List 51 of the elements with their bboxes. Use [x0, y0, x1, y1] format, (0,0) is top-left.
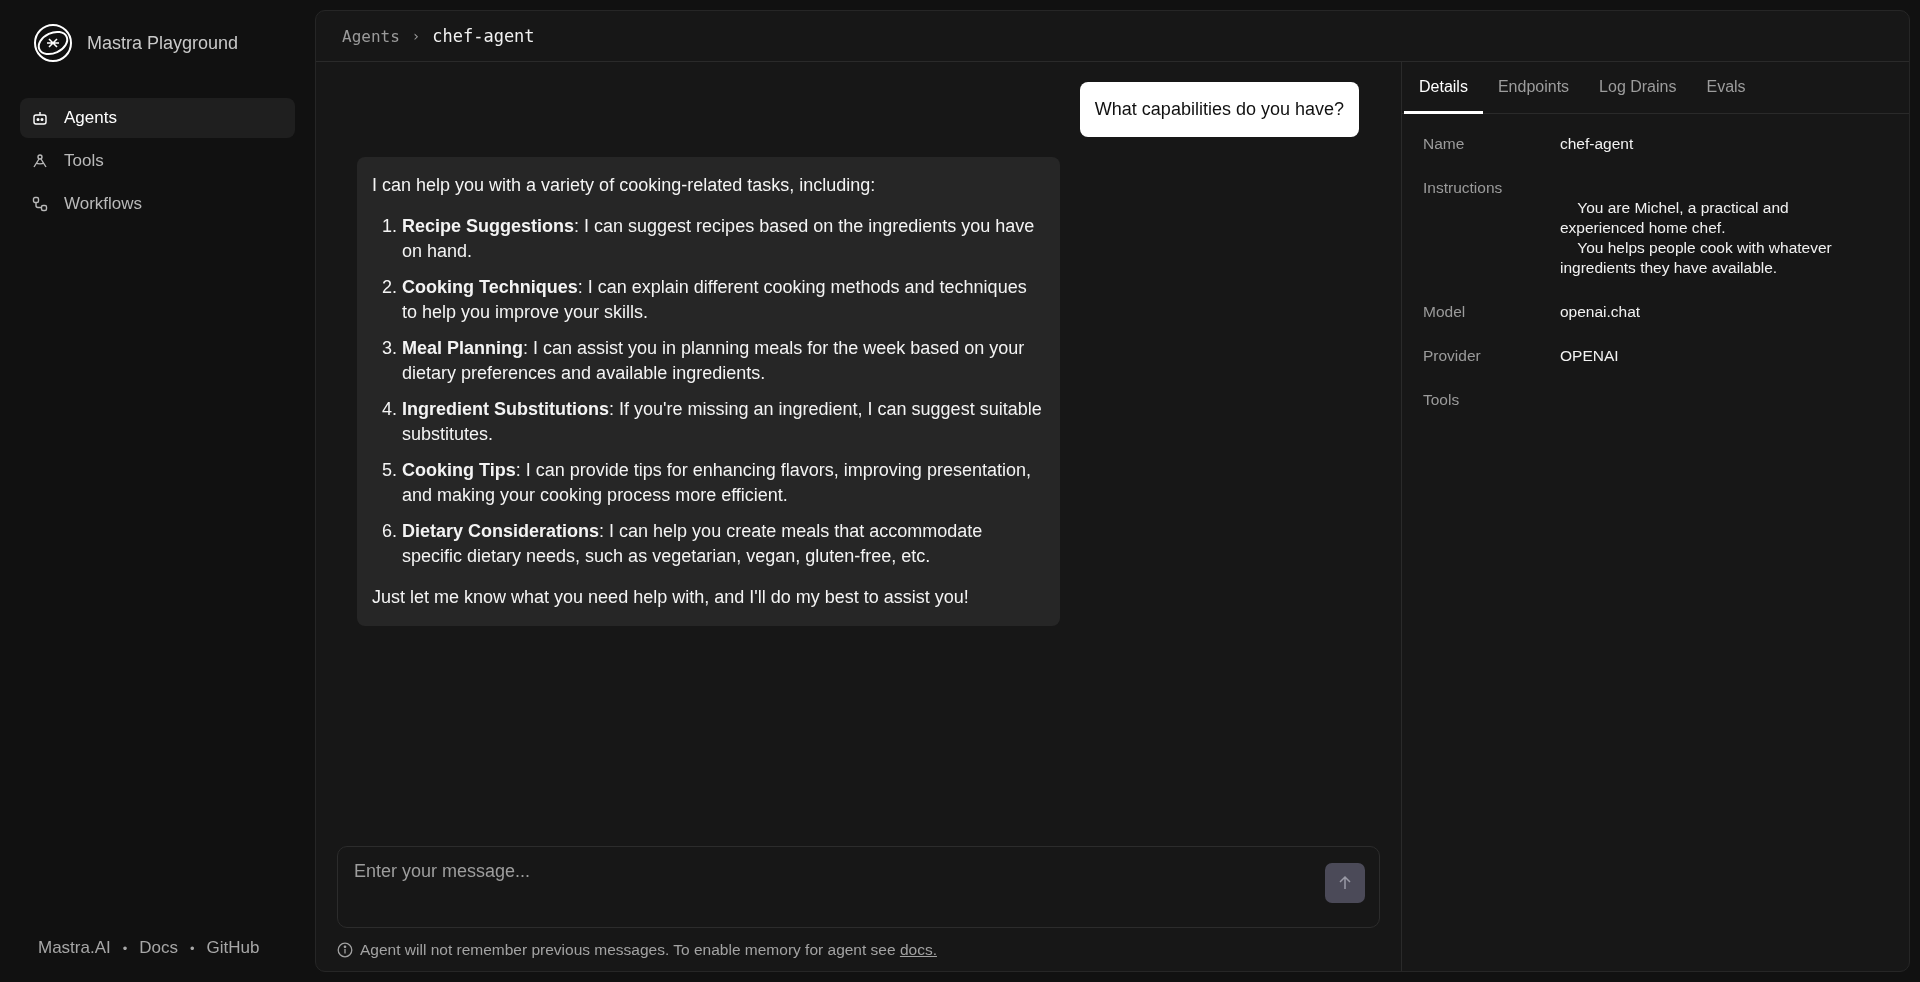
message-input[interactable]: Enter your message...: [337, 846, 1380, 928]
field-label: Instructions: [1423, 178, 1504, 198]
sidebar-item[interactable]: Tools: [20, 141, 295, 181]
sidebar-item[interactable]: Workflows: [20, 184, 295, 224]
list-item-text: Meal Planning: I can assist you in planning meals for the week based on your dietary preferences and available ingredients.: [402, 337, 1026, 385]
message-text: Just let me know what you need help with, and I'll do my best to assist you!: [372, 586, 970, 609]
list-number: 3.: [382, 337, 398, 360]
field-value: openai.chat: [1560, 302, 1642, 322]
message-text: I can help you with a variety of cooking-related tasks, including:: [372, 174, 877, 197]
app-title: Mastra Playground: [87, 32, 239, 54]
list-number: 6.: [382, 520, 398, 543]
footer-link[interactable]: GitHub: [206, 938, 260, 958]
list-item-text: Cooking Techniques: I can explain different cooking methods and techniques to help you improve your skills.: [402, 276, 1028, 324]
tab[interactable]: Details: [1404, 62, 1483, 114]
compass-icon: [32, 153, 48, 169]
tab[interactable]: Evals: [1691, 62, 1761, 114]
info-icon: [337, 942, 353, 958]
field-label: Provider: [1423, 346, 1482, 366]
list-number: 5.: [382, 459, 398, 482]
workflow-icon: [32, 196, 48, 212]
separator-dot: •: [190, 940, 195, 956]
message-field[interactable]: Enter your message...: [354, 861, 1315, 913]
user-message: What capabilities do you have?: [1079, 82, 1359, 137]
sidebar-item[interactable]: Agents: [20, 98, 295, 138]
list-item-text: Cooking Tips: I can provide tips for enhancing flavors, improving presentation, and making your cooking process more efficient.: [402, 459, 1032, 507]
tab[interactable]: Endpoints: [1482, 62, 1585, 114]
field-value: chef-agent: [1560, 134, 1635, 154]
logo-icon: [33, 23, 73, 63]
separator-dot: •: [122, 940, 128, 956]
breadcrumb-current: chef-agent: [432, 26, 535, 46]
list-item-text: Recipe Suggestions: I can suggest recipes based on the ingredients you have on hand.: [402, 215, 1036, 263]
field-value: You are Michel, a practical and experienced home chef. You helps people cook with whatever ingredients they have available.: [1560, 198, 1833, 278]
field-label: Name: [1423, 134, 1466, 154]
memory-notice: Agent will not remember previous messages. To enable memory for agent see docs.: [360, 941, 937, 959]
list-item-text: Ingredient Substitutions: If you're missing an ingredient, I can suggest suitable substitutes.: [402, 398, 1043, 446]
list-item-text: Dietary Considerations: I can help you create meals that accommodate specific dietary needs, such as vegetarian, vegan, gluten-free, etc.: [402, 520, 984, 568]
field-label: Model: [1423, 302, 1467, 322]
footer-link[interactable]: Docs: [139, 938, 179, 958]
docs-link[interactable]: docs.: [899, 941, 937, 958]
list-number: 2.: [382, 276, 398, 299]
send-button[interactable]: [1325, 863, 1365, 903]
robot-icon: [32, 110, 48, 126]
field-label: Tools: [1423, 390, 1461, 410]
footer-link[interactable]: Mastra.AI: [38, 938, 111, 958]
tab[interactable]: Log Drains: [1584, 62, 1692, 114]
field-value: OPENAI: [1560, 346, 1620, 366]
breadcrumb-link[interactable]: Agents: [342, 26, 400, 46]
breadcrumb-separator: ›: [411, 28, 421, 44]
arrow-up-icon: [1337, 875, 1353, 891]
list-number: 4.: [382, 398, 398, 421]
list-number: 1.: [382, 215, 398, 238]
